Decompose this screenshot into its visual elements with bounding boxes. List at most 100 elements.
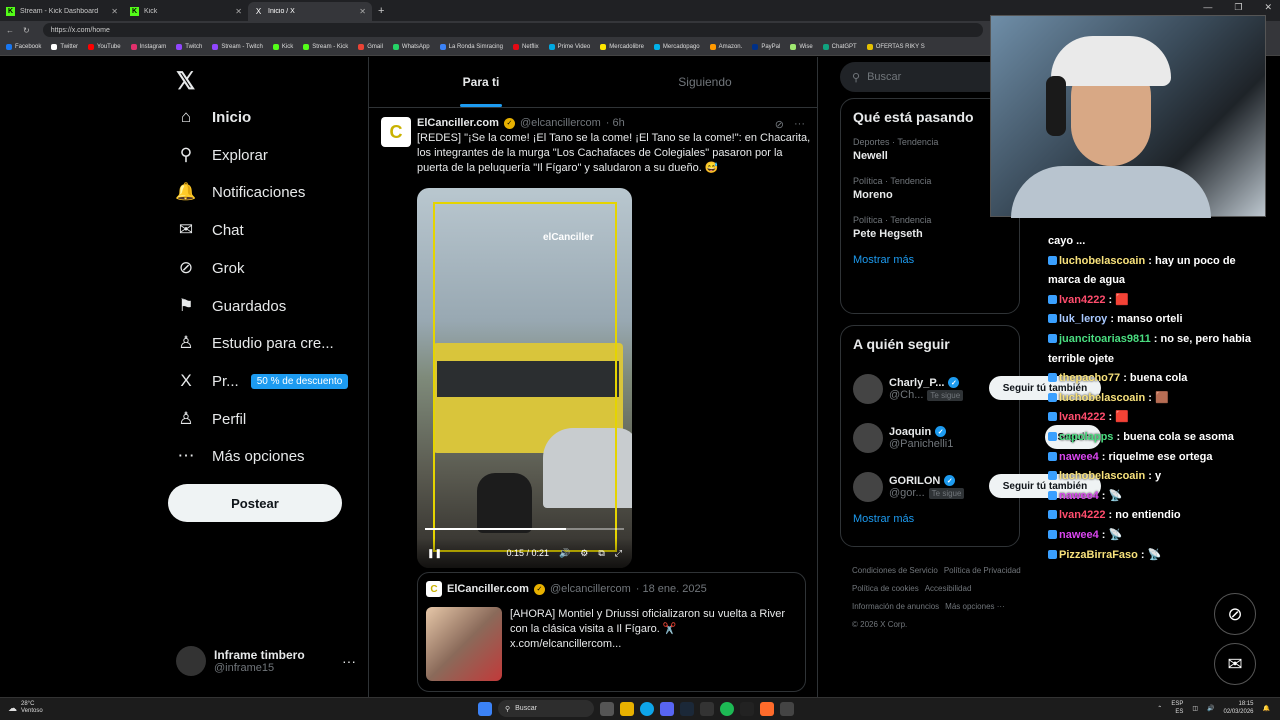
- reload-icon[interactable]: ↻: [23, 26, 30, 35]
- nav-item-perfil[interactable]: ♙ Perfil: [176, 409, 246, 429]
- task-view-icon[interactable]: [600, 701, 614, 716]
- bookmark-item[interactable]: Netflix: [512, 44, 539, 50]
- trend-item[interactable]: Deportes · Tendencia Newell: [853, 137, 1007, 162]
- close-tab-icon[interactable]: ✕: [359, 7, 366, 16]
- tray-chevron-icon[interactable]: ⌃: [1157, 705, 1162, 712]
- footer-link[interactable]: Más opciones ···: [945, 602, 1005, 611]
- more-icon[interactable]: ···: [794, 118, 805, 131]
- new-tab-icon[interactable]: +: [378, 5, 384, 17]
- close-tab-icon[interactable]: ✕: [235, 7, 242, 16]
- discord-icon[interactable]: [660, 701, 674, 716]
- app-icon[interactable]: [740, 701, 754, 716]
- follow-name[interactable]: Charly_P...: [889, 377, 944, 389]
- close-tab-icon[interactable]: ✕: [111, 7, 118, 16]
- nav-item-inicio[interactable]: ⌂ Inicio: [176, 107, 251, 127]
- bookmark-item[interactable]: Amazon.: [709, 44, 742, 50]
- follow-name[interactable]: GORILON: [889, 475, 940, 487]
- nav-item-notificaciones[interactable]: 🔔 Notificaciones: [175, 182, 305, 202]
- quote-image[interactable]: [426, 607, 502, 681]
- follow-name[interactable]: Joaquin: [889, 426, 931, 438]
- post-button[interactable]: Postear: [168, 484, 342, 522]
- bookmark-item[interactable]: Kick: [272, 44, 293, 50]
- taskbar-search[interactable]: ⚲ Buscar: [498, 700, 594, 717]
- tweet-video[interactable]: elCanciller ❚❚ 0:15 / 0:21 🔊 ⚙ ⧉ ⤢: [417, 188, 632, 568]
- nav-item-más-opciones[interactable]: ⋯ Más opciones: [176, 446, 305, 466]
- nav-item-guardados[interactable]: ⚑ Guardados: [176, 296, 286, 316]
- bookmark-item[interactable]: Wise: [790, 44, 813, 50]
- footer-link[interactable]: Política de Privacidad: [944, 566, 1021, 575]
- nav-item-chat[interactable]: ✉ Chat: [176, 220, 244, 240]
- settings-icon[interactable]: ⚙: [580, 548, 588, 559]
- nav-item-explorar[interactable]: ⚲ Explorar: [176, 145, 268, 165]
- footer-link[interactable]: Condiciones de Servicio: [852, 566, 938, 575]
- weather-widget[interactable]: ☁ 28°C Ventoso: [8, 701, 43, 715]
- footer-link[interactable]: Política de cookies: [852, 584, 919, 593]
- back-icon[interactable]: ←: [6, 26, 14, 35]
- browser-tab-active[interactable]: X Inicio / X ✕: [248, 2, 372, 21]
- bookmark-item[interactable]: Prime Video: [548, 44, 590, 50]
- grok-icon[interactable]: ⊘: [775, 118, 784, 131]
- bookmark-item[interactable]: Instagram: [130, 44, 166, 50]
- firefox-icon[interactable]: [760, 701, 774, 716]
- browser-tab[interactable]: K Stream - Kick Dashboard ✕: [0, 2, 124, 21]
- fullscreen-icon[interactable]: ⤢: [615, 548, 622, 559]
- windows-start-icon[interactable]: [478, 701, 492, 716]
- show-more-follow[interactable]: Mostrar más: [853, 513, 1007, 525]
- pause-icon[interactable]: ❚❚: [427, 548, 442, 559]
- bookmark-item[interactable]: Mercadopago: [653, 44, 700, 50]
- footer-link[interactable]: © 2026 X Corp.: [852, 620, 907, 629]
- tab-para-ti[interactable]: Para ti: [369, 57, 593, 107]
- tweet[interactable]: C ElCanciller.com ✓ @elcancillercom · 6h…: [369, 109, 817, 184]
- premium-promo-badge[interactable]: 50 % de descuento: [250, 373, 349, 389]
- account-switcher[interactable]: Inframe timbero @inframe15 ···: [176, 643, 356, 679]
- show-more-trends[interactable]: Mostrar más: [853, 254, 1007, 266]
- messages-fab-icon[interactable]: ✉: [1214, 643, 1256, 685]
- bookmark-item[interactable]: Gmail: [358, 44, 383, 50]
- tab-siguiendo[interactable]: Siguiendo: [593, 57, 817, 107]
- bookmark-item[interactable]: Twitter: [51, 44, 78, 50]
- bookmark-item[interactable]: ChatGPT: [822, 44, 857, 50]
- file-explorer-icon[interactable]: [620, 701, 634, 716]
- more-icon[interactable]: ···: [342, 653, 356, 669]
- trend-item[interactable]: Política · Tendencia Moreno: [853, 176, 1007, 201]
- volume-icon[interactable]: 🔊: [559, 548, 570, 559]
- window-close-icon[interactable]: ✕: [1264, 2, 1272, 13]
- nav-item-estudio-para-cre[interactable]: ♙ Estudio para cre...: [176, 333, 333, 353]
- volume-icon[interactable]: 🔊: [1207, 705, 1214, 712]
- edge-icon[interactable]: [640, 701, 654, 716]
- bookmark-item[interactable]: La Ronda Simracing: [439, 44, 503, 50]
- x-logo-icon[interactable]: 𝕏: [176, 67, 195, 96]
- notifications-icon[interactable]: 🔔: [1263, 705, 1270, 712]
- avatar[interactable]: [853, 373, 883, 404]
- clock[interactable]: 18:15 02/03/2026: [1223, 700, 1253, 716]
- grok-fab-icon[interactable]: ⊘: [1214, 593, 1256, 635]
- bookmark-item[interactable]: Twitch: [176, 44, 202, 50]
- bookmark-item[interactable]: WhatsApp: [392, 44, 430, 50]
- spotify-icon[interactable]: [720, 701, 734, 716]
- trend-item[interactable]: Política · Tendencia Pete Hegseth: [853, 215, 1007, 240]
- tweet-time[interactable]: · 6h: [606, 117, 625, 129]
- bookmark-item[interactable]: Stream - Twitch: [212, 44, 263, 50]
- bookmark-item[interactable]: PayPal: [752, 44, 780, 50]
- network-icon[interactable]: ◫: [1192, 705, 1198, 712]
- maximize-icon[interactable]: ❐: [1234, 2, 1242, 13]
- browser-tab[interactable]: K Kick ✕: [124, 2, 248, 21]
- bookmark-item[interactable]: YouTube: [88, 44, 121, 50]
- bookmark-item[interactable]: Stream - Kick: [303, 44, 348, 50]
- tweet-author-name[interactable]: ElCanciller.com: [417, 117, 499, 129]
- footer-link[interactable]: Accesibilidad: [925, 584, 972, 593]
- avatar[interactable]: [853, 471, 883, 502]
- url-field[interactable]: https://x.com/home: [42, 23, 983, 37]
- language-indicator[interactable]: ESP ES: [1171, 700, 1183, 716]
- app-icon[interactable]: [780, 701, 794, 716]
- nav-item-grok[interactable]: ⊘ Grok: [176, 258, 245, 278]
- follow-suggestion[interactable]: Joaquin ✓ @Panichelli1 Seguir: [853, 413, 1101, 462]
- minimize-icon[interactable]: —: [1203, 2, 1212, 13]
- follow-suggestion[interactable]: Charly_P... ✓ @Ch... Te sigue Seguir tú tamb…: [853, 364, 1101, 413]
- bookmark-item[interactable]: OFERTAS RIKY S: [866, 44, 925, 50]
- avatar[interactable]: [853, 422, 883, 453]
- app-icon[interactable]: [700, 701, 714, 716]
- avatar[interactable]: C: [381, 117, 411, 147]
- video-progress-bar[interactable]: [425, 528, 624, 530]
- bookmark-item[interactable]: Mercadolibre: [600, 44, 644, 50]
